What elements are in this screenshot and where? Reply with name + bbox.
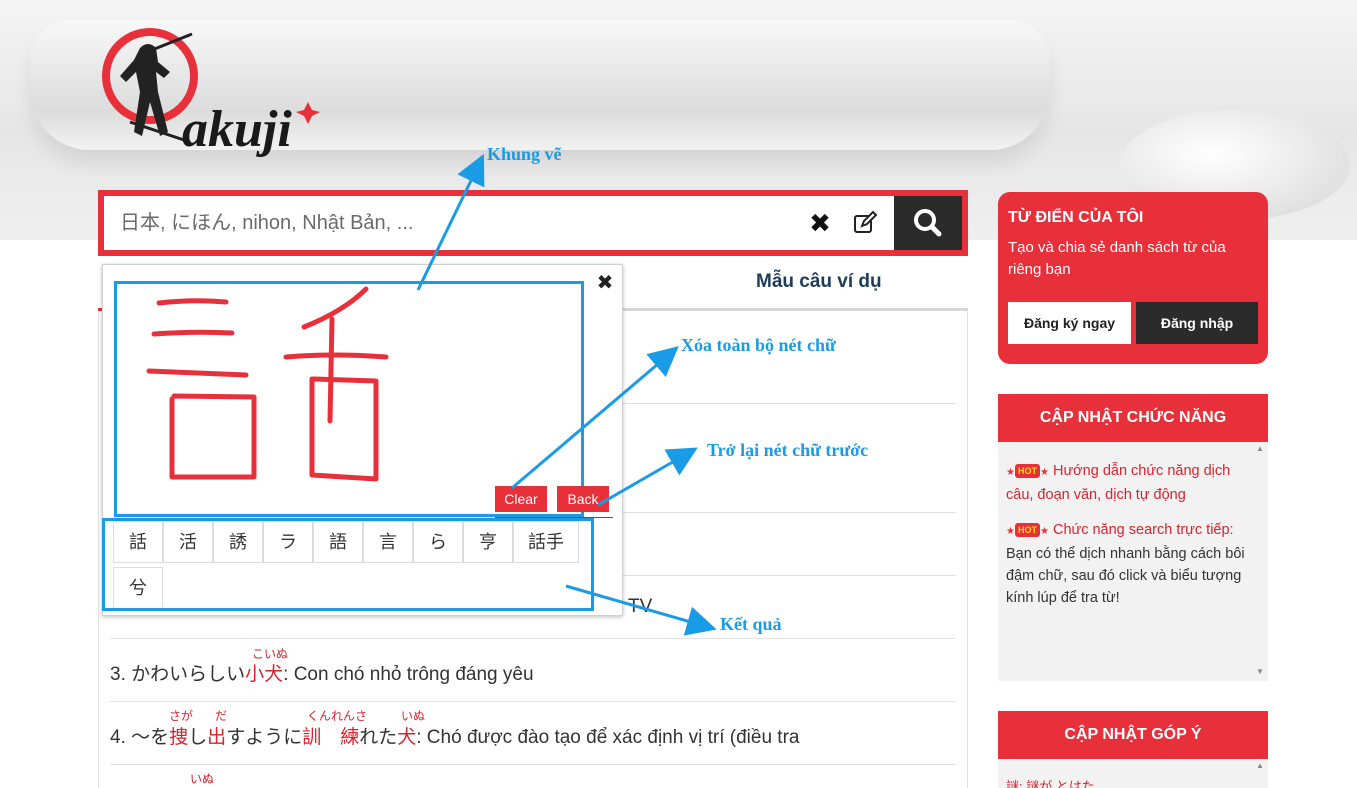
divider — [110, 764, 956, 765]
annotation-results: Kết quả — [720, 614, 782, 634]
site-logo[interactable]: akuji — [100, 18, 340, 178]
example-keyword[interactable]: 訓 練 — [302, 727, 359, 748]
hot-badge: HOT — [1014, 523, 1040, 537]
example-jp: すように — [226, 727, 303, 748]
my-dictionary-description: Tạo và chia sẻ danh sách từ của riêng bạ… — [1008, 239, 1226, 278]
example-meaning: : Chó được đào tạo để xác định vị trí (đ… — [416, 727, 800, 748]
annotation-back: Trở lại nét chữ trước — [707, 440, 869, 460]
search-bar: ✖ — [98, 190, 968, 256]
search-field-wrapper: ✖ — [104, 196, 894, 250]
example-number: 3. — [110, 664, 132, 685]
feedback-header: CẬP NHẬT GÓP Ý — [998, 711, 1268, 759]
example-sentence-4: 4. ～を捜し出すように訓 練れた犬: Chó được đào tạo để … — [110, 722, 799, 749]
updates-scrollbar[interactable]: ▲ ▼ — [1253, 442, 1267, 681]
register-button[interactable]: Đăng ký ngay — [1008, 302, 1131, 344]
annotation-clear: Xóa toàn bộ nét chữ — [681, 335, 836, 355]
scroll-down-icon[interactable]: ▼ — [1253, 667, 1267, 676]
star-icon: ★ — [1039, 526, 1049, 537]
example-number: 4. — [110, 727, 132, 748]
example-keyword[interactable]: 捜 — [169, 727, 188, 748]
page: akuji ✖ Mẫu câu ví dụ TV こいぬ 3. かわい — [0, 0, 1357, 788]
update-text: Bạn có thể dịch nhanh bằng cách bôi đậm … — [1006, 546, 1245, 606]
star-icon: ★ — [1006, 526, 1015, 537]
example-jp: ～を — [131, 727, 170, 748]
star-icon: ★ — [1039, 467, 1049, 478]
update-link[interactable]: Chức năng search trực tiếp: — [1053, 522, 1234, 538]
clear-button[interactable]: Clear — [495, 486, 547, 512]
example-jp: し — [188, 727, 208, 748]
update-item: ★ HOT ★ Hướng dẫn chức năng dịch câu, đoạn… — [1006, 460, 1246, 506]
back-button[interactable]: Back — [557, 486, 609, 512]
scroll-up-icon[interactable]: ▲ — [1253, 444, 1267, 453]
divider — [110, 701, 956, 702]
example-keyword[interactable]: 犬 — [397, 727, 416, 748]
furigana: いぬ — [190, 772, 215, 786]
search-input[interactable] — [120, 211, 800, 235]
example-keyword[interactable]: 小犬 — [245, 664, 283, 685]
tab-examples[interactable]: Mẫu câu ví dụ — [756, 271, 882, 293]
scroll-up-icon[interactable]: ▲ — [1253, 761, 1267, 770]
updates-header: CẬP NHẬT CHỨC NĂNG — [998, 394, 1268, 442]
example-keyword[interactable]: 出 — [207, 727, 226, 748]
example-jp: かわいらしい — [131, 664, 246, 685]
divider — [110, 638, 956, 639]
example-fragment: TV — [628, 596, 653, 617]
close-icon[interactable]: ✖ — [593, 271, 617, 295]
results-highlight — [102, 518, 594, 611]
star-icon: ★ — [1006, 467, 1015, 478]
my-dictionary-title: TỪ ĐIỂN CỦA TÔI — [1008, 209, 1144, 226]
update-item: ★ HOT ★ Chức năng search trực tiếp: Bạn có… — [1006, 519, 1246, 609]
example-meaning: : Con chó nhỏ trông đáng yêu — [283, 664, 534, 685]
feedback-scrollbar[interactable]: ▲ — [1253, 759, 1267, 788]
example-jp: れた — [359, 727, 398, 748]
close-icon[interactable]: ✖ — [806, 209, 834, 237]
search-button[interactable] — [894, 196, 962, 250]
svg-text:akuji: akuji — [182, 101, 292, 158]
example-sentence-3: 3. かわいらしい小犬: Con chó nhỏ trông đáng yêu — [110, 659, 534, 686]
search-icon — [914, 209, 942, 237]
hot-badge: HOT — [1014, 464, 1040, 478]
feedback-item[interactable]: 謎: 謎が とはた — [1006, 776, 1246, 788]
annotation-canvas: Khung vẽ — [487, 144, 562, 164]
login-button[interactable]: Đăng nhập — [1136, 302, 1258, 344]
canvas-highlight — [114, 281, 584, 517]
edit-icon[interactable] — [852, 210, 878, 236]
